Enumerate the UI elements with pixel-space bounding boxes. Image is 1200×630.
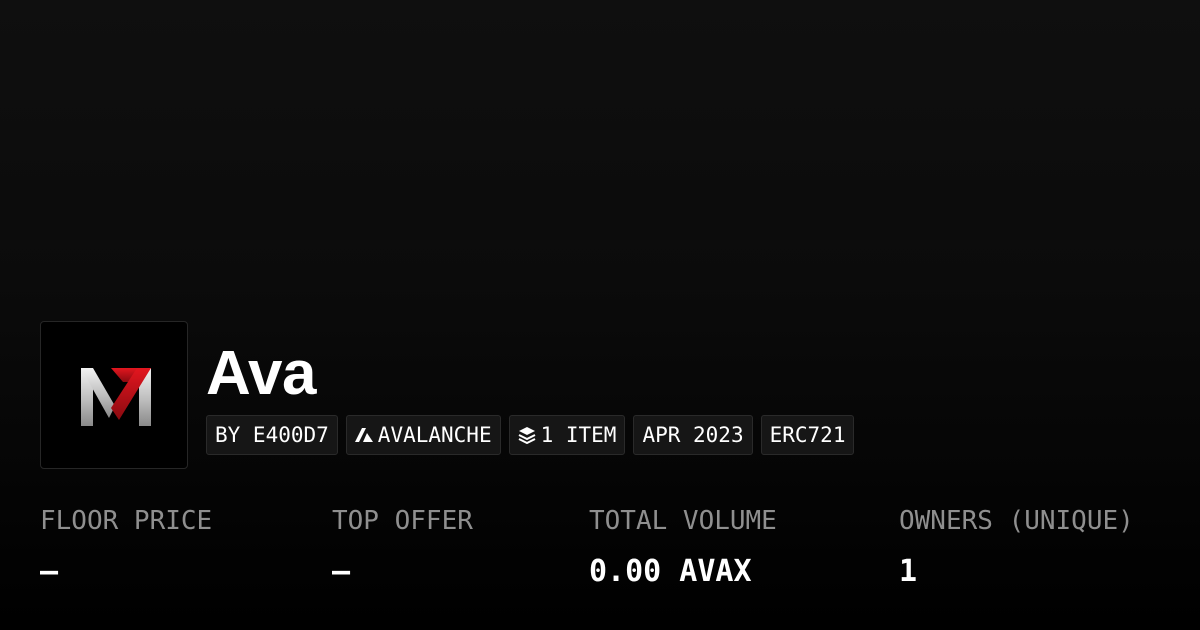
token-standard-tag-label: ERC721 [769, 423, 846, 447]
stat-value: 0.00 AVAX [589, 554, 752, 589]
stat-value: – [332, 554, 351, 589]
stat-label: TOTAL VOLUME [589, 506, 777, 536]
item-count-tag[interactable]: 1 ITEM [508, 415, 626, 455]
collection-title: Ava [206, 339, 316, 408]
tag-row: BY E400D7 AVALANCHE 1 ITEM APR 2023 ERC7… [206, 415, 855, 455]
m7-logo-icon [81, 368, 151, 426]
avalanche-icon [354, 426, 373, 444]
stat-label: OWNERS (UNIQUE) [899, 506, 1134, 536]
created-date-tag[interactable]: APR 2023 [633, 415, 753, 455]
token-standard-tag[interactable]: ERC721 [760, 415, 855, 455]
item-count-tag-label: 1 ITEM [540, 423, 617, 447]
stat-top-offer: TOP OFFER – [332, 500, 473, 594]
stat-value: 1 [899, 554, 918, 589]
stat-value: – [40, 554, 59, 589]
creator-tag[interactable]: BY E400D7 [206, 415, 338, 455]
stat-owners: OWNERS (UNIQUE) 1 [899, 500, 1134, 594]
stat-label: TOP OFFER [332, 506, 473, 536]
created-date-tag-label: APR 2023 [642, 423, 744, 447]
stat-floor-price: FLOOR PRICE – [40, 500, 212, 594]
creator-tag-label: BY E400D7 [215, 423, 329, 447]
collection-card: Ava BY E400D7 AVALANCHE 1 ITEM APR 2023 … [0, 0, 1200, 630]
layers-icon [518, 426, 536, 444]
chain-tag[interactable]: AVALANCHE [345, 415, 501, 455]
stats-row: FLOOR PRICE – TOP OFFER – TOTAL VOLUME 0… [0, 500, 1200, 610]
stat-label: FLOOR PRICE [40, 506, 213, 536]
stat-total-volume: TOTAL VOLUME 0.00 AVAX [589, 500, 777, 594]
chain-tag-label: AVALANCHE [377, 423, 492, 447]
collection-logo [40, 321, 188, 469]
